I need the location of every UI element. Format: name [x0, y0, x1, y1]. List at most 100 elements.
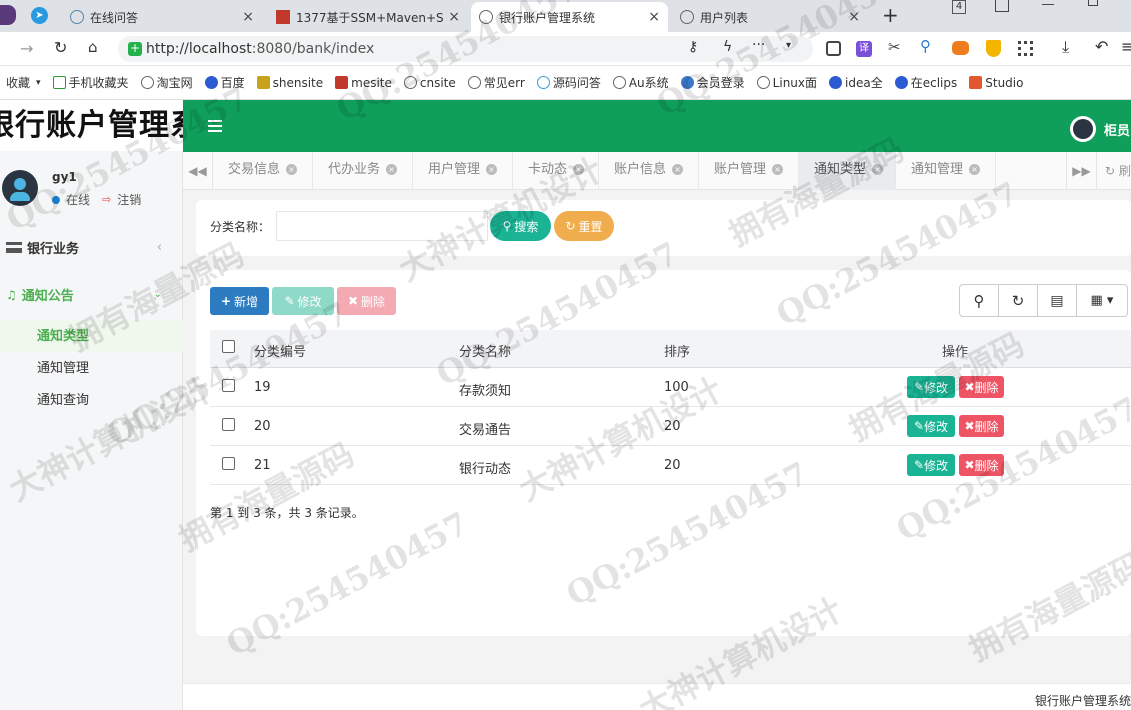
bookmark-item[interactable]: Studio [969, 76, 1023, 90]
shield-icon[interactable] [986, 40, 1001, 57]
edit-button[interactable]: ✎ 修改 [272, 287, 334, 315]
row-checkbox[interactable] [222, 418, 235, 431]
download-icon[interactable]: ⤓ [1062, 37, 1069, 57]
bookmark-item[interactable]: 常见err [467, 74, 525, 91]
category-name-input[interactable] [276, 211, 488, 241]
menu-item-notice-manage[interactable]: 通知管理 [37, 357, 89, 376]
chevron-down-icon[interactable]: ▾ [786, 40, 791, 51]
col-header-id[interactable]: 分类编号 [254, 341, 306, 360]
profile-avatar-icon[interactable] [0, 5, 16, 25]
table-row[interactable]: 21 银行动态 20 ✎ 修改 ✖ 删除 [210, 446, 1131, 485]
close-icon[interactable]: × [286, 164, 298, 175]
logout-link[interactable]: 注销 [117, 191, 141, 208]
minimize-icon[interactable] [1042, 4, 1054, 5]
tab-notice-type[interactable]: 通知类型 × [799, 152, 896, 190]
bookmark-item[interactable]: idea全 [829, 74, 883, 91]
browser-tab[interactable]: 用户列表 × [672, 2, 868, 32]
row-edit-button[interactable]: ✎ 修改 [907, 454, 955, 476]
row-delete-button[interactable]: ✖ 删除 [959, 454, 1004, 476]
header-avatar[interactable] [1070, 116, 1096, 142]
header-user-label[interactable]: 柜员 [1104, 120, 1130, 139]
menu-group-notices[interactable]: ♫ 通知公告 ⌄ [6, 285, 176, 305]
menu-item-notice-type[interactable]: 通知类型 [37, 325, 89, 344]
row-edit-button[interactable]: ✎ 修改 [907, 376, 955, 398]
hamburger-icon[interactable] [208, 120, 222, 132]
bookmark-item[interactable]: Au系统 [612, 74, 669, 91]
table-search-toggle[interactable]: ⚲ [959, 284, 999, 317]
tab-notice-manage[interactable]: 通知管理 × [896, 152, 996, 190]
reader-icon[interactable] [826, 41, 841, 56]
close-icon[interactable]: × [573, 164, 585, 175]
table-row[interactable]: 20 交易通告 20 ✎ 修改 ✖ 删除 [210, 407, 1131, 446]
row-edit-button[interactable]: ✎ 修改 [907, 415, 955, 437]
bookmark-item[interactable]: 收藏 ▾ [6, 74, 41, 91]
bookmark-item[interactable]: 源码问答 [536, 74, 601, 91]
tabs-scroll-right-icon[interactable]: ▶▶ [1066, 152, 1096, 190]
browser-tab-active[interactable]: 银行账户管理系统 × [471, 2, 668, 32]
home-icon[interactable]: ⌂ [88, 38, 98, 56]
tab-card-status[interactable]: 卡动态 × [513, 152, 599, 190]
telegram-icon[interactable]: ➤ [31, 7, 48, 24]
logout-icon[interactable]: ⇨ [102, 193, 111, 206]
browser-tab[interactable]: 1377基于SSM+Maven+S × [268, 2, 468, 32]
apps-grid-icon[interactable] [1018, 41, 1033, 56]
bookmark-item[interactable]: 在eclips [894, 74, 957, 91]
tab-users[interactable]: 用户管理 × [413, 152, 513, 190]
magnifier-icon[interactable]: ⚲ [920, 37, 931, 55]
close-icon[interactable]: × [772, 164, 784, 175]
table-toggle-view-button[interactable]: ▤ [1037, 284, 1077, 317]
menu-item-notice-query[interactable]: 通知查询 [37, 389, 89, 408]
col-header-name[interactable]: 分类名称 [459, 341, 511, 360]
close-icon[interactable]: × [486, 164, 498, 175]
table-refresh-button[interactable]: ↻ [998, 284, 1038, 317]
row-checkbox[interactable] [222, 457, 235, 470]
tabs-scroll-left-icon[interactable]: ◀◀ [183, 152, 213, 190]
key-icon[interactable]: ⚷ [688, 39, 698, 55]
tab-account-manage[interactable]: 账户管理 × [699, 152, 799, 190]
search-button[interactable]: ⚲ 搜索 [490, 211, 551, 241]
reset-button[interactable]: ↻ 重置 [554, 211, 614, 241]
close-icon[interactable]: × [448, 9, 460, 25]
delete-button[interactable]: ✖ 删除 [337, 287, 396, 315]
bookmark-item[interactable]: cnsite [403, 76, 456, 90]
tab-agency[interactable]: 代办业务 × [313, 152, 413, 190]
translate-icon[interactable]: 译 [856, 41, 872, 57]
close-icon[interactable]: × [648, 9, 660, 25]
close-icon[interactable]: × [242, 9, 254, 25]
table-columns-button[interactable]: ▦ ▾ [1076, 284, 1128, 317]
row-delete-button[interactable]: ✖ 删除 [959, 415, 1004, 437]
add-button[interactable]: + 新增 [210, 287, 269, 315]
close-icon[interactable]: × [969, 164, 981, 175]
close-icon[interactable]: × [872, 164, 884, 175]
bookmark-item[interactable]: 手机收藏夹 [52, 74, 129, 91]
browser-tab[interactable]: 在线问答 × [62, 2, 262, 32]
close-icon[interactable]: × [672, 164, 684, 175]
bookmark-item[interactable]: mesite [335, 76, 392, 90]
more-icon[interactable]: ··· [752, 37, 765, 53]
tabs-refresh[interactable]: ↻ 刷 [1096, 152, 1131, 190]
tab-transactions[interactable]: 交易信息 × [213, 152, 313, 190]
col-header-sort[interactable]: 排序 [664, 341, 690, 360]
new-tab-button[interactable]: + [882, 3, 899, 27]
lightning-icon[interactable]: ϟ [723, 39, 732, 55]
bookmark-item[interactable]: 会员登录 [680, 74, 745, 91]
bookmark-item[interactable]: Linux面 [756, 74, 817, 91]
back-icon[interactable]: → [20, 39, 33, 58]
maximize-icon[interactable] [1088, 0, 1098, 6]
row-delete-button[interactable]: ✖ 删除 [959, 376, 1004, 398]
menu-group-banking[interactable]: 银行业务 ‹ [6, 238, 176, 257]
undo-icon[interactable]: ↶ [1095, 37, 1108, 56]
close-icon[interactable]: × [386, 164, 398, 175]
table-row[interactable]: 19 存款须知 100 ✎ 修改 ✖ 删除 [210, 368, 1131, 407]
tab-account-info[interactable]: 账户信息 × [599, 152, 699, 190]
scissors-icon[interactable]: ✂ [888, 38, 901, 56]
game-icon[interactable] [952, 41, 969, 55]
reload-icon[interactable]: ↻ [54, 38, 67, 57]
row-checkbox[interactable] [222, 379, 235, 392]
bookmark-item[interactable]: 淘宝网 [140, 74, 193, 91]
shirt-icon[interactable] [995, 0, 1009, 12]
bookmark-item[interactable]: 百度 [204, 74, 245, 91]
tab-count-badge[interactable]: 4 [952, 0, 966, 14]
select-all-checkbox[interactable] [222, 340, 235, 353]
close-icon[interactable]: × [848, 9, 860, 25]
